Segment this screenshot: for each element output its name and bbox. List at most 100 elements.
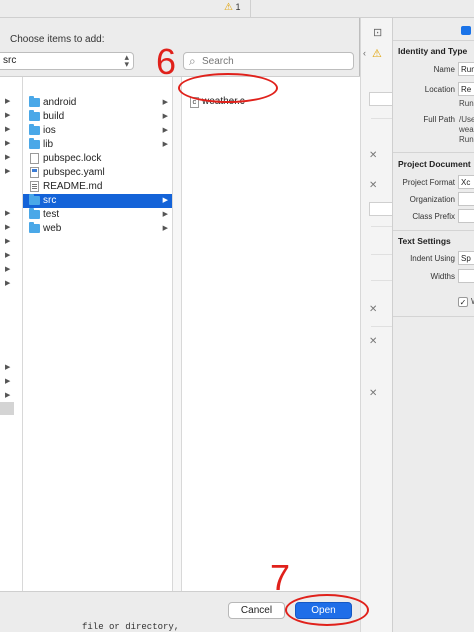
search-field[interactable]: ⌕: [183, 52, 354, 70]
project-format-label: Project Format: [402, 178, 455, 187]
disclosure-arrow-icon[interactable]: ▶: [5, 251, 10, 259]
full-path-line: Run: [459, 135, 474, 144]
divider: [371, 326, 393, 327]
full-path-line: /Use: [459, 115, 474, 124]
full-path-line: wea: [459, 125, 474, 134]
editor-field: [369, 92, 393, 106]
file-inspector-tab-icon[interactable]: [461, 26, 471, 35]
file-inspector: Identity and Type Name Run Location Re R…: [392, 18, 474, 632]
list-item[interactable]: pubspec.lock: [23, 152, 172, 166]
divider: [393, 230, 474, 231]
folder-icon: [29, 194, 40, 205]
identity-section-header: Identity and Type: [398, 46, 468, 56]
indent-using-label: Indent Using: [410, 254, 455, 263]
disclosure-arrow-icon: ▶: [162, 99, 168, 106]
warning-triangle-icon[interactable]: ⚠: [372, 47, 382, 60]
divider: [393, 40, 474, 41]
disclosure-arrow-icon[interactable]: ▶: [5, 391, 10, 399]
disclosure-arrow-icon[interactable]: ▶: [5, 209, 10, 217]
disclosure-arrow-icon[interactable]: ▶: [5, 237, 10, 245]
project-format-select[interactable]: Xc: [458, 175, 474, 189]
disclosure-arrow-icon[interactable]: ▶: [5, 363, 10, 371]
close-icon[interactable]: ✕: [369, 336, 377, 347]
class-prefix-field[interactable]: [458, 209, 474, 223]
disclosure-arrow-icon[interactable]: ▶: [5, 111, 10, 119]
document-icon: [30, 181, 39, 192]
folder-icon: [29, 222, 40, 233]
add-files-sheet: Choose items to add: src ▴▾ ⌕ ▶▶▶▶▶▶▶▶▶▶…: [0, 18, 360, 632]
location-popup-value: src: [3, 55, 17, 66]
disclosure-arrow-icon[interactable]: ▶: [5, 167, 10, 175]
divider: [393, 152, 474, 153]
location-path: Run: [459, 99, 474, 108]
disclosure-arrow-icon: ▶: [162, 141, 168, 148]
list-item[interactable]: lib ▶: [23, 138, 172, 152]
name-label: Name: [433, 65, 455, 74]
toolbar-divider: [250, 0, 251, 18]
location-label: Location: [424, 85, 455, 94]
code-text: file or directory,: [82, 622, 180, 632]
location-select[interactable]: Re: [458, 82, 474, 96]
folder-icon: [29, 208, 40, 219]
browser-column-spacer: [173, 77, 182, 591]
full-path-label: Full Path: [423, 115, 455, 124]
disclosure-arrow-icon[interactable]: ▶: [5, 279, 10, 287]
annotation-circle-open: [285, 594, 369, 626]
widths-field[interactable]: [458, 269, 474, 283]
organization-label: Organization: [409, 195, 455, 204]
search-input[interactable]: [202, 55, 350, 68]
panel-toggle-icon[interactable]: ⊡: [373, 26, 382, 39]
warning-indicator[interactable]: ⚠ 1: [224, 2, 241, 13]
window-toolbar: ⚠ 1: [0, 0, 474, 18]
close-icon[interactable]: ✕: [369, 150, 377, 161]
list-item[interactable]: ios ▶: [23, 124, 172, 138]
disclosure-arrow-icon[interactable]: ▶: [5, 97, 10, 105]
disclosure-arrow-icon[interactable]: ▶: [5, 223, 10, 231]
list-item-selected[interactable]: src ▶: [23, 194, 172, 208]
sheet-title: Choose items to add:: [10, 34, 105, 45]
close-icon[interactable]: ✕: [369, 304, 377, 315]
search-icon: ⌕: [189, 54, 196, 68]
close-icon[interactable]: ✕: [369, 388, 377, 399]
list-item[interactable]: android ▶: [23, 96, 172, 110]
annotation-step-6: 6: [156, 41, 177, 82]
list-item[interactable]: web ▶: [23, 222, 172, 236]
disclosure-arrow-icon: ▶: [162, 197, 168, 204]
list-item[interactable]: pubspec.yaml: [23, 166, 172, 180]
list-item[interactable]: build ▶: [23, 110, 172, 124]
cancel-button[interactable]: Cancel: [228, 602, 285, 619]
warning-triangle-icon: ⚠: [224, 2, 233, 13]
class-prefix-label: Class Prefix: [412, 212, 455, 221]
divider: [371, 118, 393, 119]
disclosure-arrow-icon[interactable]: ▶: [5, 265, 10, 273]
project-section-header: Project Document: [398, 159, 471, 169]
disclosure-arrow-icon[interactable]: ▶: [5, 153, 10, 161]
browser-column-src[interactable]: c weather.c: [182, 77, 360, 591]
organization-field[interactable]: [458, 192, 474, 206]
divider: [371, 254, 393, 255]
disclosure-arrow-icon[interactable]: ▶: [5, 377, 10, 385]
editor-field: [369, 202, 393, 216]
up-down-chevron-icon: ▴ ▾: [124, 52, 129, 69]
list-item[interactable]: README.md: [23, 180, 172, 194]
file-icon: [30, 167, 39, 178]
wrap-lines-checkbox[interactable]: ✓: [458, 297, 468, 307]
name-field[interactable]: Run: [458, 62, 474, 76]
chevron-left-icon[interactable]: ‹: [363, 48, 366, 58]
divider: [393, 316, 474, 317]
annotation-step-7: 7: [270, 557, 291, 598]
browser-column-parent[interactable]: ▶ ▶ ▶ ▶ ▶ ▶ ▶ ▶ ▶ ▶ ▶ ▶ ▶ ▶ ▶: [0, 77, 23, 591]
folder-icon: [29, 110, 40, 121]
location-popup-button[interactable]: src ▴ ▾: [0, 52, 134, 70]
close-icon[interactable]: ✕: [369, 180, 377, 191]
list-item[interactable]: test ▶: [23, 208, 172, 222]
disclosure-arrow-icon[interactable]: ▶: [5, 125, 10, 133]
text-settings-header: Text Settings: [398, 236, 451, 246]
indent-using-select[interactable]: Sp: [458, 251, 474, 265]
disclosure-arrow-icon: ▶: [162, 113, 168, 120]
divider: [371, 280, 393, 281]
browser-column-project[interactable]: android ▶ build ▶ ios ▶ lib ▶ pubspec.lo…: [23, 77, 173, 591]
disclosure-arrow-icon[interactable]: ▶: [5, 139, 10, 147]
divider: [371, 226, 393, 227]
disclosure-arrow-icon: ▶: [162, 211, 168, 218]
